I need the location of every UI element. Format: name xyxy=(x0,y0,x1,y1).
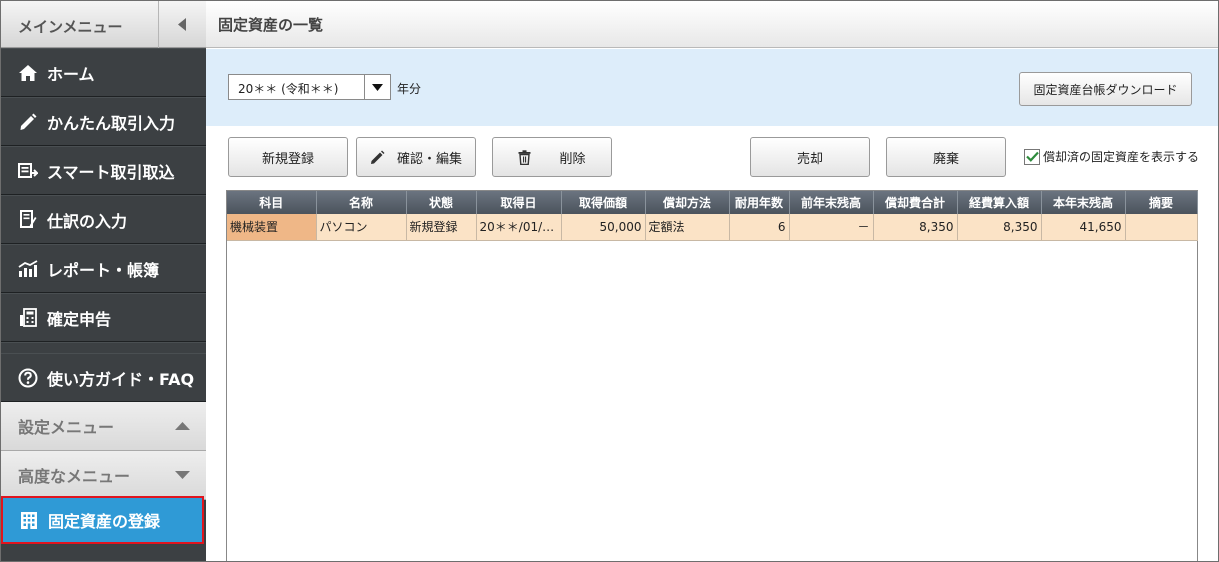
confirm-edit-button[interactable]: 確認・編集 xyxy=(356,137,476,177)
table-cell: パソコン xyxy=(316,214,407,241)
sidebar-item-label: レポート・帳簿 xyxy=(47,260,160,280)
delete-button[interactable]: 削除 xyxy=(492,137,612,177)
table-row[interactable]: 機械装置 パソコン 新規登録 20＊＊/01/… 50,000 定額法 6 － … xyxy=(227,214,1198,241)
table-cell: 41,650 xyxy=(1041,214,1126,241)
table-cell: 機械装置 xyxy=(227,214,317,241)
column-header[interactable]: 耐用年数 xyxy=(729,191,790,214)
delete-label: 削除 xyxy=(559,151,586,167)
advanced-menu-label: 高度なメニュー xyxy=(18,467,131,486)
settings-menu-header[interactable]: 設定メニュー xyxy=(1,402,206,451)
dropdown-arrow-icon[interactable] xyxy=(364,75,390,99)
sidebar-header: メインメニュー xyxy=(1,1,206,48)
sidebar-title: メインメニュー xyxy=(18,18,123,36)
column-header[interactable]: 摘要 xyxy=(1125,191,1198,214)
column-header[interactable]: 状態 xyxy=(406,191,477,214)
main-panel: 固定資産の一覧 20＊＊ (令和＊＊) 年分 固定資産台帳ダウンロード 新規登録… xyxy=(206,1,1218,561)
table-cell: 6 xyxy=(729,214,790,241)
page-title: 固定資産の一覧 xyxy=(206,1,1218,48)
sidebar-item-label: 確定申告 xyxy=(47,309,112,329)
column-header[interactable]: 償却方法 xyxy=(645,191,730,214)
table-cell: － xyxy=(789,214,874,241)
chevron-left-icon[interactable] xyxy=(158,1,206,48)
column-header[interactable]: 本年末残高 xyxy=(1041,191,1126,214)
table-cell xyxy=(1125,214,1198,241)
sidebar-item-label: かんたん取引入力 xyxy=(47,113,176,133)
sidebar-item-help[interactable]: 使い方ガイド・FAQ xyxy=(1,353,206,402)
dispose-label: 廃棄 xyxy=(932,151,959,167)
new-register-label: 新規登録 xyxy=(261,151,314,167)
show-depreciated-toggle[interactable]: 償却済の固定資産を表示する xyxy=(1024,148,1199,165)
building-icon xyxy=(18,509,40,531)
column-header[interactable]: 前年末残高 xyxy=(789,191,874,214)
column-header[interactable]: 償却費合計 xyxy=(873,191,958,214)
import-icon xyxy=(17,160,39,182)
home-icon xyxy=(17,62,39,84)
column-header[interactable]: 取得日 xyxy=(476,191,562,214)
sidebar-item-tax-return[interactable]: 確定申告 xyxy=(1,293,206,342)
sidebar-divider xyxy=(1,342,206,353)
table-cell: 8,350 xyxy=(957,214,1042,241)
sidebar-item-label: スマート取引取込 xyxy=(47,162,175,182)
table-cell: 定額法 xyxy=(645,214,730,241)
dispose-button[interactable]: 廃棄 xyxy=(886,137,1006,177)
show-depreciated-label: 償却済の固定資産を表示する xyxy=(1043,150,1200,164)
trash-icon xyxy=(518,149,531,165)
chart-icon xyxy=(17,258,39,280)
table-cell: 50,000 xyxy=(561,214,646,241)
assets-table: 科目 名称 状態 取得日 取得価額 償却方法 耐用年数 前年末残高 償却費合計 … xyxy=(226,190,1198,561)
sidebar: メインメニュー ホーム かんたん取引入力 スマート取引取込 仕訳の入力 レポート… xyxy=(1,1,206,561)
table-header-row: 科目 名称 状態 取得日 取得価額 償却方法 耐用年数 前年末残高 償却費合計 … xyxy=(227,191,1198,214)
year-suffix-label: 年分 xyxy=(397,82,422,96)
sell-label: 売却 xyxy=(796,151,823,167)
calculator-icon xyxy=(17,307,39,329)
new-register-button[interactable]: 新規登録 xyxy=(228,137,348,177)
pencil-icon xyxy=(370,150,385,165)
ledger-download-button[interactable]: 固定資産台帳ダウンロード xyxy=(1019,72,1192,106)
sell-button[interactable]: 売却 xyxy=(750,137,870,177)
table-cell: 8,350 xyxy=(873,214,958,241)
column-header[interactable]: 取得価額 xyxy=(561,191,646,214)
advanced-menu-header[interactable]: 高度なメニュー xyxy=(1,451,206,500)
sidebar-item-label: 使い方ガイド・FAQ xyxy=(47,369,195,389)
sidebar-footer xyxy=(1,545,206,561)
sidebar-item-smart-import[interactable]: スマート取引取込 xyxy=(1,146,206,195)
sidebar-item-label: 仕訳の入力 xyxy=(47,211,128,231)
journal-icon xyxy=(17,209,39,231)
help-icon xyxy=(17,367,39,389)
table-cell: 新規登録 xyxy=(406,214,477,241)
year-select-value: 20＊＊ (令和＊＊) xyxy=(238,82,339,96)
sidebar-item-home[interactable]: ホーム xyxy=(1,48,206,97)
chevron-up-icon xyxy=(175,420,190,433)
year-select[interactable]: 20＊＊ (令和＊＊) xyxy=(228,74,391,100)
sidebar-item-easy-entry[interactable]: かんたん取引入力 xyxy=(1,97,206,146)
sidebar-item-journal[interactable]: 仕訳の入力 xyxy=(1,195,206,244)
filter-bar: 20＊＊ (令和＊＊) 年分 固定資産台帳ダウンロード xyxy=(206,49,1218,126)
sidebar-item-reports[interactable]: レポート・帳簿 xyxy=(1,244,206,293)
sidebar-item-label: 固定資産の登録 xyxy=(48,512,161,531)
column-header[interactable]: 経費算入額 xyxy=(957,191,1042,214)
sidebar-item-fixed-assets[interactable]: 固定資産の登録 xyxy=(1,496,204,544)
confirm-edit-label: 確認・編集 xyxy=(396,151,462,167)
table-cell: 20＊＊/01/… xyxy=(476,214,562,241)
settings-menu-label: 設定メニュー xyxy=(18,418,115,437)
show-depreciated-checkbox[interactable] xyxy=(1024,148,1040,165)
column-header[interactable]: 科目 xyxy=(227,191,317,214)
pencil-icon xyxy=(17,111,39,133)
sidebar-item-label: ホーム xyxy=(47,64,95,84)
chevron-down-icon xyxy=(175,469,190,482)
column-header[interactable]: 名称 xyxy=(316,191,407,214)
